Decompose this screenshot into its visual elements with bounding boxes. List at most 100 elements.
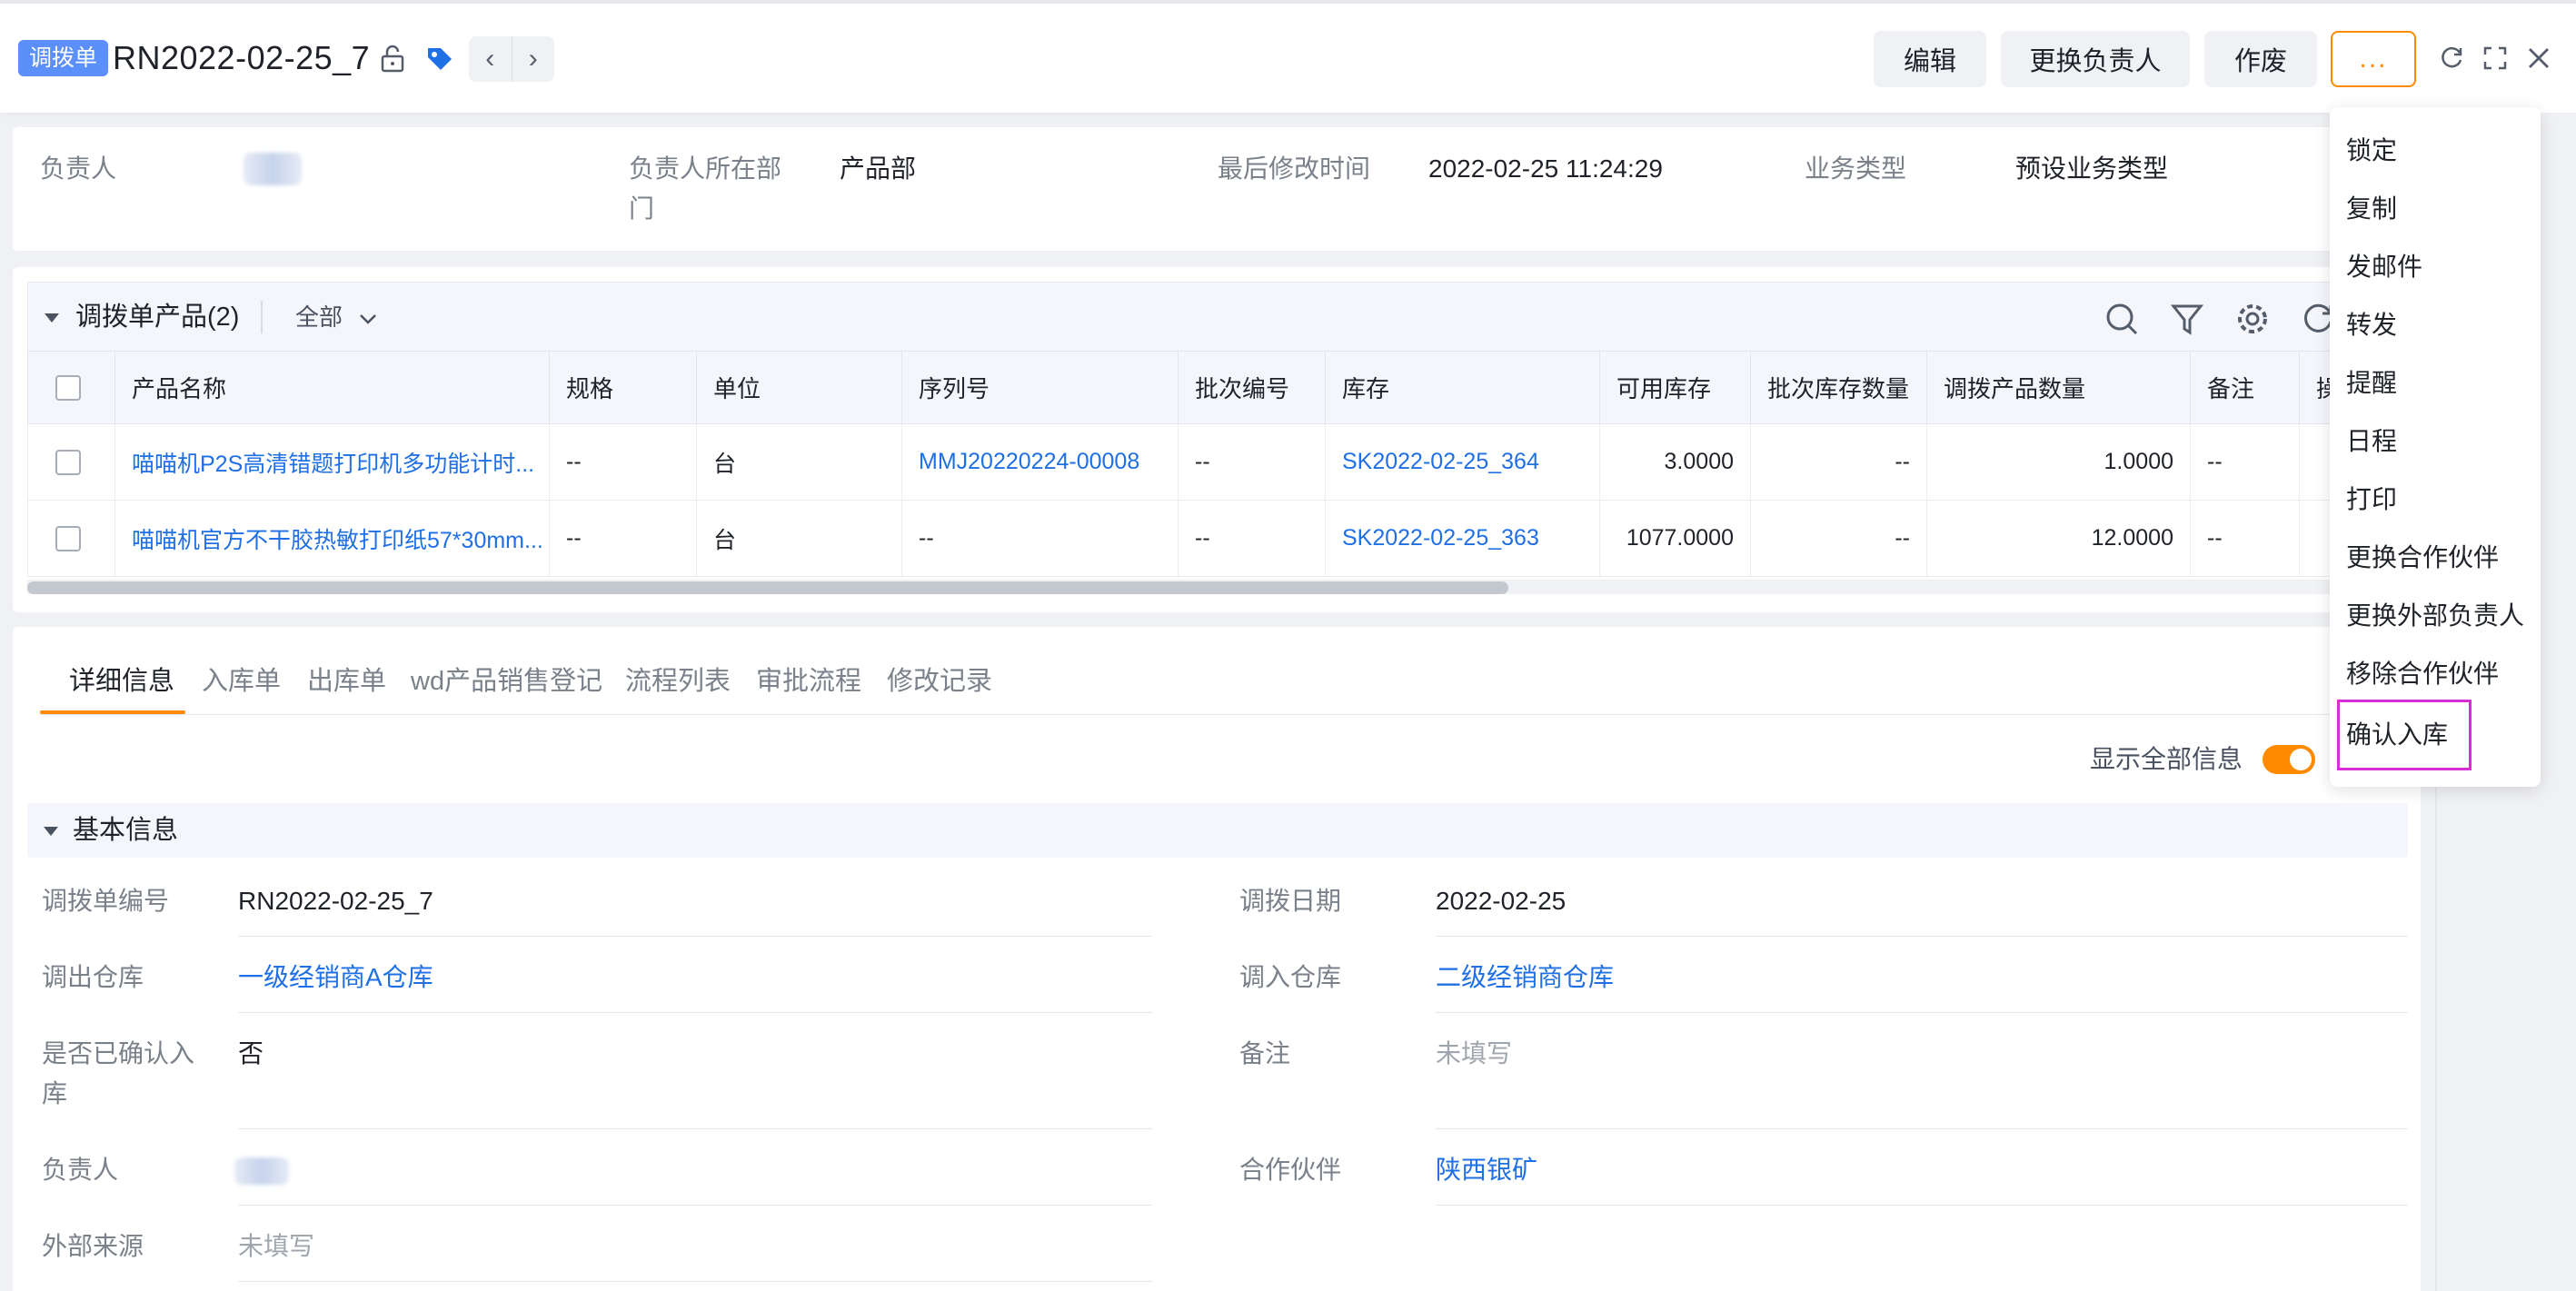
available-cell: 1077.0000: [1599, 500, 1751, 577]
modified-value: 2022-02-25 11:24:29: [1428, 154, 1663, 183]
filter-label: 全部: [295, 303, 343, 331]
show-all-toggle[interactable]: [2263, 745, 2315, 774]
show-all-label: 显示全部信息: [2090, 745, 2243, 773]
search-icon[interactable]: [2102, 299, 2142, 339]
in-warehouse-label: 调入仓库: [1239, 963, 1342, 991]
ext-source-value: 未填写: [238, 1232, 315, 1260]
menu-item-forward[interactable]: 转发: [2330, 296, 2541, 354]
menu-item-change-partner[interactable]: 更换合作伙伴: [2330, 529, 2541, 587]
row-select-cell[interactable]: [27, 500, 115, 577]
toolbar-divider: [261, 301, 263, 333]
tab-inbound[interactable]: 入库单: [202, 654, 281, 709]
row-checkbox[interactable]: [55, 449, 81, 475]
col-header[interactable]: 可用库存: [1599, 351, 1751, 424]
edit-button[interactable]: 编辑: [1874, 31, 1986, 87]
field-divider: [238, 1281, 1152, 1282]
prev-record-button[interactable]: ‹: [469, 36, 512, 82]
section-caret-icon[interactable]: [44, 827, 58, 836]
products-table: 产品名称 规格 单位 序列号 批次编号 库存 可用库存 批次库存数量 调拨产品数…: [27, 351, 2421, 577]
field-divider: [238, 1012, 1152, 1013]
products-filter-dropdown[interactable]: 全部: [295, 297, 378, 337]
tab-outbound[interactable]: 出库单: [307, 654, 386, 709]
tabs-divider: [40, 714, 2421, 715]
menu-item-schedule[interactable]: 日程: [2330, 412, 2541, 471]
unlock-icon[interactable]: [374, 40, 411, 76]
gear-icon[interactable]: [2233, 299, 2273, 339]
product-name-link[interactable]: 喵喵机P2S高清错题打印机多功能计时...: [114, 423, 550, 501]
remark-label: 备注: [1239, 1039, 1291, 1068]
col-header[interactable]: 批次库存数量: [1750, 351, 1927, 424]
table-row: 喵喵机P2S高清错题打印机多功能计时... -- 台 MMJ20220224-0…: [27, 423, 2421, 501]
menu-item-remind[interactable]: 提醒: [2330, 354, 2541, 412]
stock-link[interactable]: SK2022-02-25_363: [1325, 500, 1600, 577]
tab-process-list[interactable]: 流程列表: [625, 654, 731, 709]
confirmed-value: 否: [238, 1039, 264, 1068]
chevron-down-icon: [360, 314, 377, 324]
menu-item-lock[interactable]: 锁定: [2330, 122, 2541, 180]
fullscreen-icon[interactable]: [2477, 40, 2513, 76]
modified-label: 最后修改时间: [1218, 154, 1371, 183]
transfer-date-label: 调拨日期: [1239, 887, 1342, 915]
select-all-checkbox[interactable]: [55, 374, 81, 401]
batch-qty-cell: --: [1750, 500, 1927, 577]
col-header[interactable]: 库存: [1325, 351, 1600, 424]
batch-cell: --: [1178, 500, 1326, 577]
record-nav: ‹ ›: [469, 36, 554, 82]
change-owner-button[interactable]: 更换负责人: [2001, 31, 2190, 87]
product-name-link[interactable]: 喵喵机官方不干胶热敏打印纸57*30mm...: [114, 500, 550, 577]
basic-info-section-header[interactable]: 基本信息: [27, 803, 2408, 858]
col-header[interactable]: 调拨产品数量: [1926, 351, 2191, 424]
tag-icon[interactable]: [422, 40, 458, 76]
products-card: 调拨单产品(2) 全部 产品名称 规格 单位 序列号 批次编号 库存 可用库存 …: [13, 267, 2421, 612]
void-button[interactable]: 作废: [2204, 31, 2317, 87]
refresh-icon[interactable]: [2433, 40, 2470, 76]
col-header[interactable]: 备注: [2190, 351, 2300, 424]
menu-item-confirm-inbound[interactable]: 确认入库: [2337, 700, 2472, 770]
col-header[interactable]: 单位: [696, 351, 902, 424]
collapse-caret-icon[interactable]: [45, 313, 59, 323]
col-header[interactable]: 规格: [549, 351, 697, 424]
row-select-cell[interactable]: [27, 423, 115, 501]
out-warehouse-link[interactable]: 一级经销商A仓库: [238, 958, 433, 998]
table-hscroll-thumb[interactable]: [27, 581, 1508, 594]
object-type-badge: 调拨单: [18, 40, 109, 76]
dept-label: 负责人所在部门: [629, 154, 782, 223]
col-header[interactable]: 序列号: [901, 351, 1179, 424]
field-divider: [1436, 1012, 2408, 1013]
menu-item-change-external-owner[interactable]: 更换外部负责人: [2330, 587, 2541, 645]
col-header[interactable]: 批次编号: [1178, 351, 1326, 424]
toggle-knob: [2290, 749, 2312, 770]
products-toolbar: 调拨单产品(2) 全部: [27, 282, 2421, 351]
stock-link[interactable]: SK2022-02-25_364: [1325, 423, 1600, 501]
menu-item-remove-partner[interactable]: 移除合作伙伴: [2330, 645, 2541, 703]
filter-icon[interactable]: [2167, 299, 2207, 339]
close-icon[interactable]: [2521, 40, 2557, 76]
section-title: 基本信息: [73, 816, 179, 845]
next-record-button[interactable]: ›: [511, 36, 555, 82]
menu-item-copy[interactable]: 复制: [2330, 180, 2541, 238]
tab-approval[interactable]: 审批流程: [756, 654, 861, 709]
owner-avatar: [244, 153, 302, 185]
col-header[interactable]: 产品名称: [114, 351, 550, 424]
tab-history[interactable]: 修改记录: [887, 654, 992, 709]
tab-detail[interactable]: 详细信息: [69, 654, 174, 709]
transfer-no-label: 调拨单编号: [42, 887, 170, 915]
serial-link[interactable]: MMJ20220224-00008: [901, 423, 1179, 501]
qty-cell: 12.0000: [1926, 500, 2191, 577]
menu-item-send-email[interactable]: 发邮件: [2330, 238, 2541, 296]
partner-link[interactable]: 陕西银矿: [1436, 1150, 1537, 1190]
more-actions-menu: 锁定 复制 发邮件 转发 提醒 日程 打印 更换合作伙伴 更换外部负责人 移除合…: [2330, 107, 2541, 787]
menu-item-print[interactable]: 打印: [2330, 471, 2541, 529]
unit-cell: 台: [696, 423, 902, 501]
out-warehouse-label: 调出仓库: [42, 963, 144, 991]
tab-wd-sales[interactable]: wd产品销售登记: [411, 654, 602, 709]
in-warehouse-link[interactable]: 二级经销商仓库: [1436, 958, 1614, 998]
dept-value: 产品部: [840, 154, 917, 183]
qty-cell: 1.0000: [1926, 423, 2191, 501]
spec-cell: --: [549, 500, 697, 577]
select-all-cell[interactable]: [27, 351, 115, 424]
field-divider: [1436, 1128, 2408, 1129]
summary-card: 负责人 负责人所在部门 产品部 最后修改时间 2022-02-25 11:24:…: [13, 127, 2421, 251]
row-checkbox[interactable]: [55, 525, 81, 551]
more-actions-button[interactable]: ...: [2331, 31, 2416, 87]
